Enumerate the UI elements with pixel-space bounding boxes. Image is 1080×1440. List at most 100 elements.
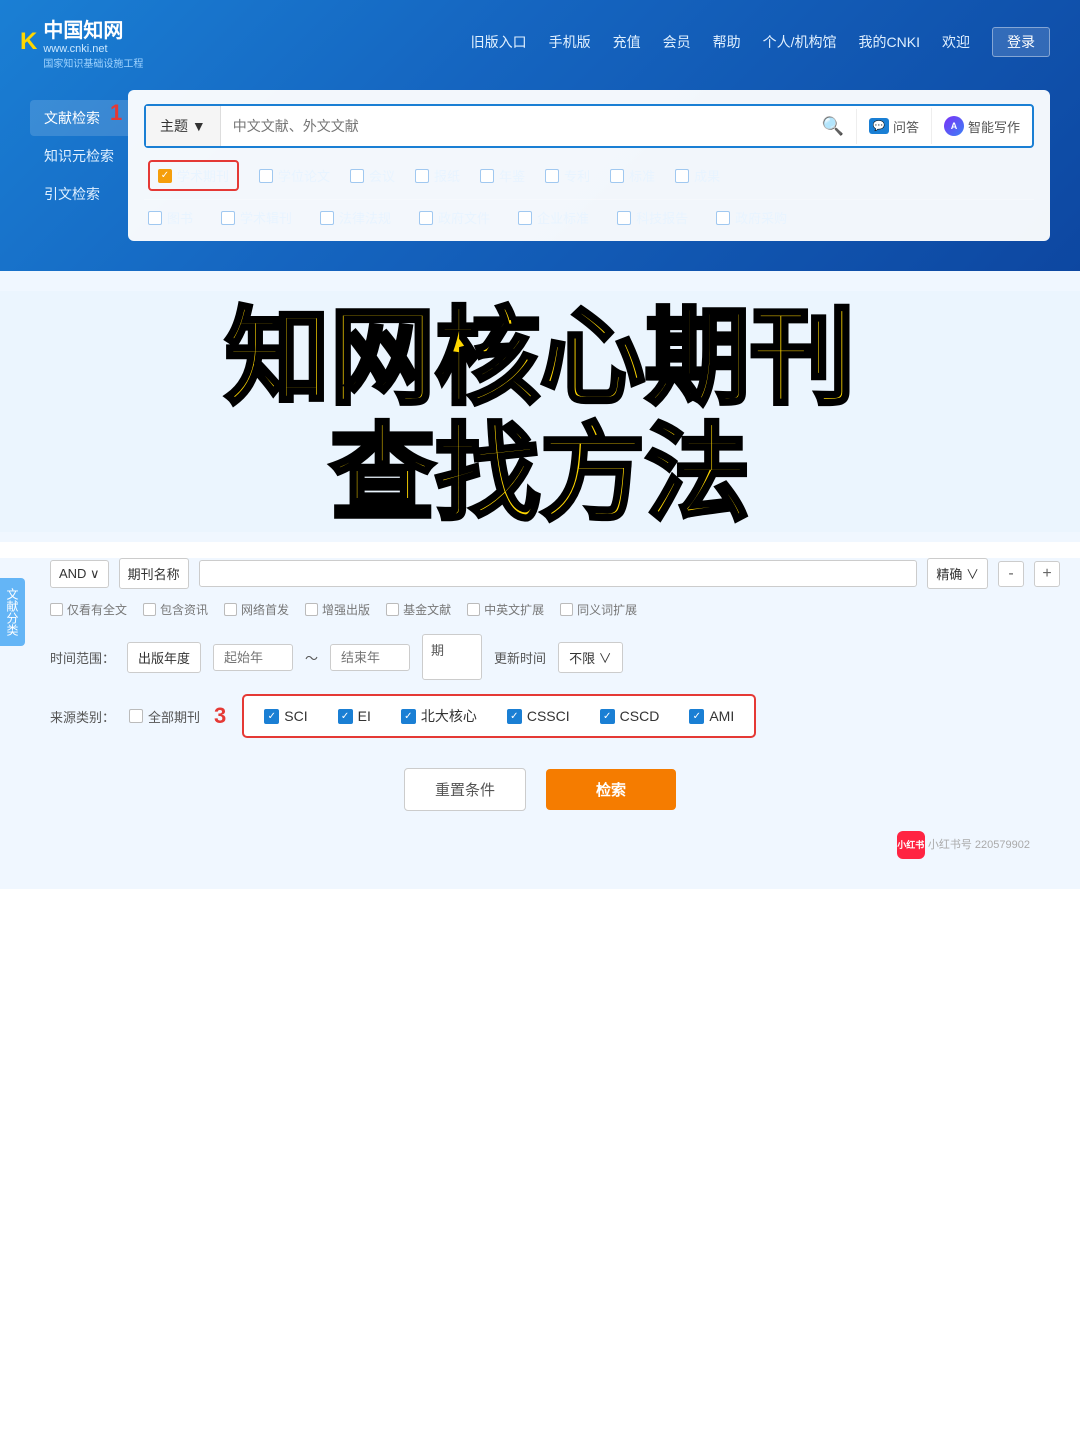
src-checkbox-sci[interactable]: ✓ [264,709,279,724]
precision-select[interactable]: 精确 ∨ [927,558,988,589]
src-cssci[interactable]: ✓ CSSCI [507,708,570,724]
src-ami[interactable]: ✓ AMI [689,708,734,724]
cat-acad-series[interactable]: 学术辑刊 [221,208,292,227]
nav-help[interactable]: 帮助 [713,32,741,52]
cat-law[interactable]: 法律法规 [320,208,391,227]
cat-checkbox-newspaper[interactable] [415,169,429,183]
end-year-input[interactable] [330,644,410,671]
cat-label-achievement: 成果 [694,166,720,185]
cat-yearbook[interactable]: 年鉴 [480,166,525,185]
cat-govt-purchase[interactable]: 政府采购 [716,208,787,227]
cat-checkbox-book[interactable] [148,211,162,225]
nav-welcome[interactable]: 欢迎 [942,32,970,52]
opt-checkbox-synonym[interactable] [560,603,573,616]
pub-year-select[interactable]: 出版年度 [127,642,201,673]
opt-checkbox-news[interactable] [143,603,156,616]
cat-checkbox-sci-report[interactable] [617,211,631,225]
cat-checkbox-achievement[interactable] [675,169,689,183]
filter-input[interactable] [199,560,918,587]
opt-full-text[interactable]: 仅看有全文 [50,601,127,618]
opt-online-first[interactable]: 网络首发 [224,601,289,618]
opt-include-news[interactable]: 包含资讯 [143,601,208,618]
cat-checkbox-journal[interactable] [158,169,172,183]
src-checkbox-beida[interactable]: ✓ [401,709,416,724]
and-label: AND ∨ [59,566,100,582]
nav-recharge[interactable]: 充值 [613,32,641,52]
cat-checkbox-govt-doc[interactable] [419,211,433,225]
start-year-input[interactable] [213,644,293,671]
opt-checkbox-fund-lit[interactable] [386,603,399,616]
cat-book[interactable]: 图书 [148,208,193,227]
cat-label-newspaper: 报纸 [434,166,460,185]
cat-checkbox-patent[interactable] [545,169,559,183]
period-filter-select[interactable]: 期刊名称 [119,558,189,589]
src-cscd[interactable]: ✓ CSCD [600,708,660,724]
source-highlighted-box: ✓ SCI ✓ EI ✓ 北大核心 ✓ CSSCI ✓ CSCD ✓ AMI [242,694,756,738]
src-checkbox-cssci[interactable]: ✓ [507,709,522,724]
src-sci[interactable]: ✓ SCI [264,708,307,724]
src-checkbox-ei[interactable]: ✓ [338,709,353,724]
topic-select-button[interactable]: 主题 ▼ [146,106,221,146]
src-checkbox-all[interactable] [129,709,143,723]
opt-label-online-first: 网络首发 [241,601,289,618]
opt-checkbox-full-text[interactable] [50,603,63,616]
search-submit-button[interactable]: 🔍 [810,108,856,145]
src-checkbox-cscd[interactable]: ✓ [600,709,615,724]
top-section: K 中国知网 www.cnki.net 国家知识基础设施工程 旧版入口 手机版 … [0,0,1080,271]
opt-fund-lit[interactable]: 基金文献 [386,601,451,618]
source-all-journals[interactable]: 全部期刊 [129,707,200,726]
logo-infra: 国家知识基础设施工程 [43,55,143,70]
search-button[interactable]: 检索 [546,769,676,810]
qa-button[interactable]: 💬 问答 [856,109,931,144]
cat-checkbox-standard[interactable] [610,169,624,183]
ai-icon: A [944,116,964,136]
add-filter-button[interactable]: + [1034,561,1060,587]
cat-govt-doc[interactable]: 政府文件 [419,208,490,227]
login-button[interactable]: 登录 [992,27,1050,57]
cat-academic-journal[interactable]: 学术期刊 [148,160,239,191]
opt-synonym-expand[interactable]: 同义词扩展 [560,601,637,618]
period-input[interactable] [431,659,471,674]
and-select[interactable]: AND ∨ [50,560,109,588]
opt-enhanced-pub[interactable]: 增强出版 [305,601,370,618]
nav-mobile[interactable]: 手机版 [549,32,591,52]
cat-achievement[interactable]: 成果 [675,166,720,185]
cat-corp-std[interactable]: 企业标准 [518,208,589,227]
logo-text-block: 中国知网 www.cnki.net 国家知识基础设施工程 [43,14,143,70]
opt-checkbox-enhanced-pub[interactable] [305,603,318,616]
tab-citation-search[interactable]: 引文检索 [30,176,128,212]
update-time-select[interactable]: 不限 ∨ [558,642,623,673]
cat-thesis[interactable]: 学位论文 [259,166,330,185]
src-ei[interactable]: ✓ EI [338,708,371,724]
cat-label-yearbook: 年鉴 [499,166,525,185]
search-magnifier-icon: 🔍 [822,116,844,136]
cat-checkbox-acad-series[interactable] [221,211,235,225]
cat-checkbox-govt-purchase[interactable] [716,211,730,225]
opt-bilingual-expand[interactable]: 中英文扩展 [467,601,544,618]
src-beida-core[interactable]: ✓ 北大核心 [401,706,477,726]
tab-knowledge-search[interactable]: 知识元检索 [30,138,128,174]
period-input-container: 期 [422,634,482,680]
cat-checkbox-law[interactable] [320,211,334,225]
nav-membership[interactable]: 会员 [663,32,691,52]
opt-checkbox-bilingual[interactable] [467,603,480,616]
cat-newspaper[interactable]: 报纸 [415,166,460,185]
cat-sci-report[interactable]: 科技报告 [617,208,688,227]
cat-standard[interactable]: 标准 [610,166,655,185]
nav-institution[interactable]: 个人/机构馆 [763,32,837,52]
cat-patent[interactable]: 专利 [545,166,590,185]
cat-conference[interactable]: 会议 [350,166,395,185]
opt-checkbox-online-first[interactable] [224,603,237,616]
cat-checkbox-yearbook[interactable] [480,169,494,183]
nav-my-cnki[interactable]: 我的CNKI [859,32,920,52]
cat-checkbox-conference[interactable] [350,169,364,183]
src-checkbox-ami[interactable]: ✓ [689,709,704,724]
remove-filter-button[interactable]: - [998,561,1024,587]
cat-label-conference: 会议 [369,166,395,185]
search-input[interactable] [221,108,810,144]
cat-checkbox-thesis[interactable] [259,169,273,183]
cat-checkbox-corp-std[interactable] [518,211,532,225]
nav-old-version[interactable]: 旧版入口 [471,32,527,52]
reset-button[interactable]: 重置条件 [404,768,526,811]
ai-writing-button[interactable]: A 智能写作 [931,108,1032,144]
